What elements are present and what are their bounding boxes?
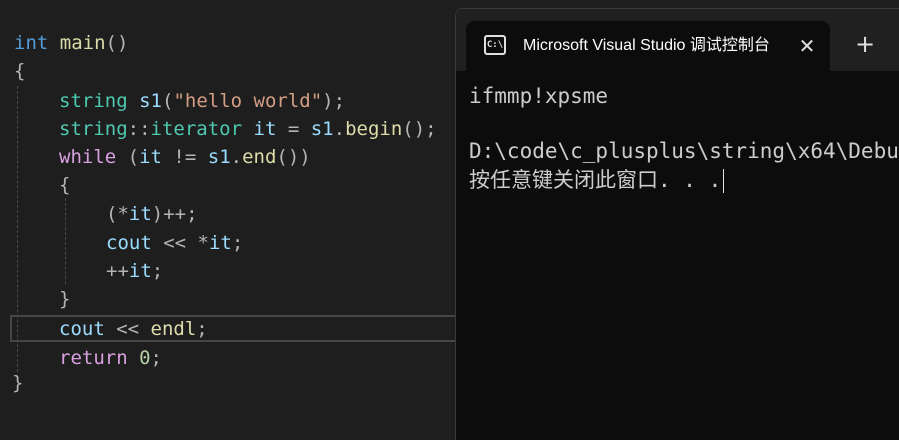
code-token: 0: [139, 347, 151, 369]
code-token: s1: [139, 90, 162, 112]
text-cursor: [723, 169, 725, 193]
code-token: begin: [345, 118, 403, 140]
code-token: it: [139, 146, 162, 168]
code-token: }: [12, 372, 24, 394]
terminal-output-line: 按任意键关闭此窗口. . .: [469, 165, 725, 195]
code-line[interactable]: (*it)++;: [106, 200, 198, 228]
console-icon: C:\: [484, 35, 506, 55]
terminal-tab[interactable]: C:\ Microsoft Visual Studio 调试控制台 ✕: [466, 21, 830, 71]
code-token: while: [59, 146, 117, 168]
code-token: it: [253, 118, 277, 140]
code-token: );: [322, 90, 346, 112]
code-token: it: [208, 232, 232, 254]
code-token: (: [116, 146, 140, 168]
code-token: "hello world": [173, 90, 323, 112]
indent-guide: [65, 198, 66, 284]
code-token: (): [105, 32, 129, 54]
code-line[interactable]: string s1("hello world");: [59, 87, 345, 115]
code-token: cout: [59, 318, 105, 340]
code-token: << *: [151, 232, 209, 254]
code-token: iterator: [150, 118, 243, 140]
code-token: int: [14, 32, 49, 54]
code-line[interactable]: cout << endl;: [59, 315, 208, 343]
code-token: }: [59, 288, 71, 310]
new-tab-plus-icon[interactable]: +: [850, 29, 880, 59]
code-token: ++: [106, 260, 129, 282]
code-line[interactable]: cout << *it;: [106, 229, 243, 257]
code-token: ::: [127, 118, 151, 140]
code-token: (: [161, 90, 174, 112]
code-token: ();: [402, 118, 437, 140]
code-line[interactable]: return 0;: [59, 344, 162, 372]
code-token: !=: [161, 146, 208, 168]
close-tab-icon[interactable]: ✕: [794, 33, 820, 59]
code-token: it: [128, 203, 152, 225]
code-line[interactable]: {: [59, 171, 70, 199]
code-token: cout: [106, 232, 152, 254]
code-token: ;: [231, 232, 244, 254]
code-token: ;: [196, 318, 208, 340]
code-token: .: [230, 146, 243, 168]
terminal-output-line: D:\code\c_plusplus\string\x64\Debug\stri…: [469, 139, 899, 163]
code-token: string: [59, 118, 128, 140]
code-line[interactable]: }: [12, 369, 23, 397]
code-line[interactable]: int main(): [14, 29, 128, 57]
code-line[interactable]: {: [14, 57, 25, 85]
code-token: ;: [151, 260, 164, 282]
code-token: .: [333, 118, 346, 140]
code-line[interactable]: ++it;: [106, 257, 163, 285]
tab-title: Microsoft Visual Studio 调试控制台: [523, 37, 770, 54]
code-token: string: [59, 90, 128, 112]
code-token: <<: [104, 318, 151, 340]
code-token: s1: [310, 118, 334, 140]
code-token: return: [59, 347, 128, 369]
terminal-titlebar[interactable]: C:\ Microsoft Visual Studio 调试控制台 ✕ +: [456, 9, 899, 71]
code-token: *: [117, 203, 129, 225]
code-token: (: [106, 203, 118, 225]
code-token: it: [128, 260, 152, 282]
code-token: )++;: [151, 203, 198, 225]
code-token: main: [59, 32, 106, 54]
code-token: {: [14, 60, 26, 82]
code-token: ;: [150, 347, 162, 369]
code-line[interactable]: while (it != s1.end()): [59, 143, 311, 171]
terminal-output-line: ifmmp!xpsme: [469, 84, 609, 108]
code-token: end: [242, 146, 277, 168]
code-token: s1: [207, 146, 231, 168]
terminal-window[interactable]: C:\ Microsoft Visual Studio 调试控制台 ✕ + if…: [455, 8, 899, 440]
code-token: =: [276, 118, 311, 140]
code-token: {: [59, 174, 71, 196]
code-token: endl: [150, 318, 197, 340]
prompt-text: 按任意键关闭此窗口. . .: [469, 168, 722, 192]
code-token: ()): [276, 146, 311, 168]
code-line[interactable]: }: [59, 285, 70, 313]
code-line[interactable]: string::iterator it = s1.begin();: [59, 115, 437, 143]
